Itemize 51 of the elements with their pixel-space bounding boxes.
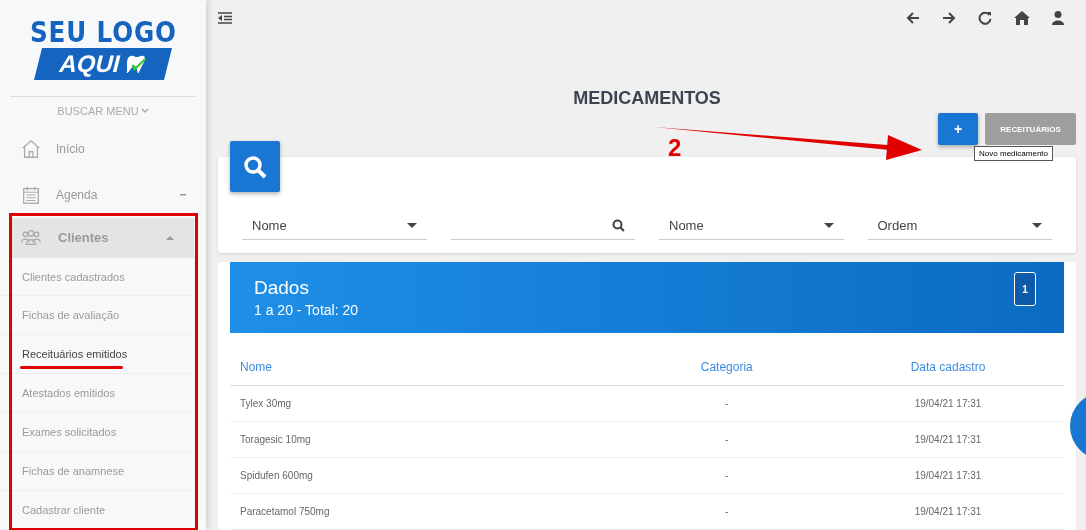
table-cell: -: [621, 493, 832, 530]
forward-arrow-icon[interactable]: [942, 11, 956, 26]
logo-text: SEU LOGO: [29, 16, 177, 49]
column-header[interactable]: Data cadastro: [832, 348, 1064, 386]
column-header[interactable]: Nome: [230, 348, 622, 386]
table-cell: -: [621, 421, 832, 458]
menu-search-toggle[interactable]: BUSCAR MENU: [51, 104, 155, 119]
user-icon[interactable]: [1052, 11, 1064, 26]
dropdown-arrow-icon: [823, 222, 834, 228]
submenu-item[interactable]: Cadastrar cliente: [0, 491, 192, 530]
table-cell: Spidufen 600mg: [230, 457, 622, 494]
table-cell: Paracetamol 750mg: [230, 493, 622, 530]
dropdown-arrow-icon: [1032, 222, 1042, 228]
select-field[interactable]: Nome: [242, 211, 427, 240]
table-cell: 19/04/21 17:31: [832, 421, 1064, 458]
select-field[interactable]: Nome: [659, 211, 844, 240]
submenu-item[interactable]: Atestados emitidos: [0, 374, 192, 414]
table-cell: Toragesic 10mg: [230, 421, 622, 458]
submenu-item[interactable]: Fichas de anamnese: [0, 452, 192, 492]
sidebar-item[interactable]: Início: [0, 126, 206, 172]
page-title: MEDICAMENTOS: [572, 88, 722, 110]
back-arrow-icon[interactable]: [906, 11, 920, 26]
add-button[interactable]: +: [938, 113, 978, 146]
tooltip: Novo medicamento: [974, 146, 1053, 162]
step-number: 2: [668, 134, 682, 162]
table-cell: -: [621, 457, 832, 494]
page-button[interactable]: 1: [1014, 272, 1036, 306]
refresh-icon[interactable]: [978, 11, 992, 26]
column-header[interactable]: Categoria: [621, 348, 832, 386]
sidebar-item[interactable]: Agenda: [0, 171, 206, 218]
search-icon: [243, 154, 267, 179]
logo-banner: AQUI: [34, 48, 172, 81]
search-button[interactable]: [230, 141, 280, 193]
submenu-item[interactable]: Exames solicitados: [0, 413, 192, 453]
table-cell: -: [621, 385, 832, 422]
menu-collapse-icon[interactable]: [218, 12, 232, 25]
table-cell: 19/04/21 17:31: [832, 385, 1064, 422]
dropdown-arrow-icon: [406, 222, 417, 228]
submenu-item[interactable]: Clientes cadastrados: [0, 257, 192, 297]
select-field[interactable]: Ordem: [867, 211, 1052, 240]
table-cell: 19/04/21 17:31: [832, 493, 1064, 530]
house-icon: [20, 138, 42, 161]
panel-title: Dados: [254, 277, 310, 299]
prescriptions-button[interactable]: RECEITUÁRIOS: [985, 113, 1076, 146]
chevron-down-icon: [140, 108, 149, 115]
table-cell: 19/04/21 17:31: [832, 457, 1064, 494]
table-cell: Tylex 30mg: [230, 385, 622, 422]
record-count: 1 a 20 - Total: 20: [254, 302, 359, 318]
submenu-item[interactable]: Fichas de avaliação: [0, 296, 192, 336]
search-icon: [612, 218, 625, 232]
home-icon[interactable]: [1014, 11, 1030, 26]
